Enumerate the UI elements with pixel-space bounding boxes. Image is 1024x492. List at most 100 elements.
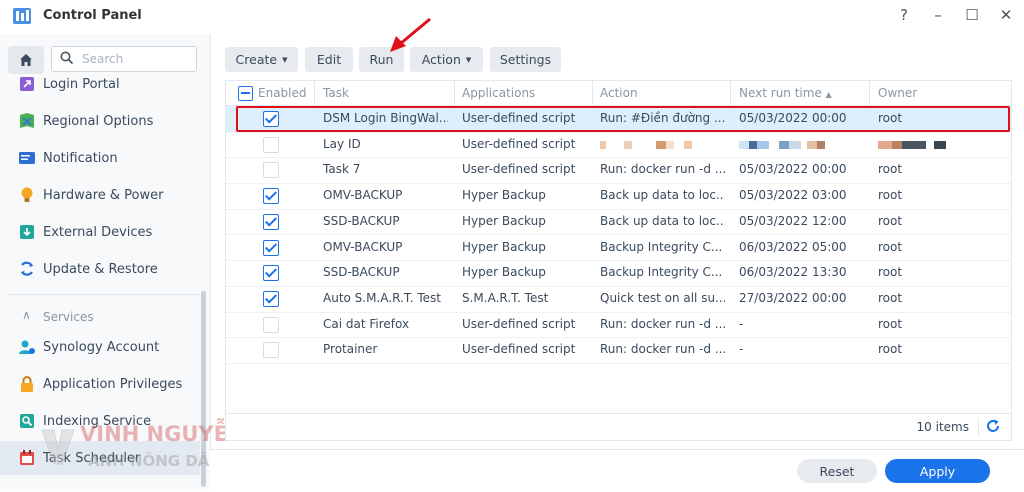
- cell-application: Hyper Backup: [462, 188, 546, 203]
- col-owner[interactable]: Owner: [878, 86, 917, 100]
- table-row[interactable]: Protainer User-defined script Run: docker …: [226, 337, 1011, 364]
- col-enabled[interactable]: Enabled: [258, 86, 307, 100]
- sidebar-item-label: Notification: [43, 150, 118, 166]
- cell-owner: root: [878, 162, 903, 177]
- col-next-run-time[interactable]: Next run time ▲: [739, 86, 832, 100]
- enabled-checkbox[interactable]: [263, 188, 279, 205]
- control-panel-icon: [13, 8, 31, 24]
- redacted-block: [674, 140, 684, 149]
- sidebar-item-synology-account[interactable]: Synology Account: [0, 330, 200, 364]
- cell-task: SSD-BACKUP: [323, 265, 400, 280]
- redacted-block: [757, 140, 769, 149]
- sidebar-item-regional-options[interactable]: Regional Options: [0, 104, 200, 138]
- select-all-checkbox[interactable]: [238, 86, 253, 101]
- table-row[interactable]: OMV-BACKUP Hyper Backup Backup Integrity C…: [226, 235, 1011, 262]
- sidebar-item-label: Synology Account: [43, 339, 160, 355]
- enabled-checkbox[interactable]: [263, 162, 279, 179]
- cell-application: Hyper Backup: [462, 239, 546, 254]
- create-label: Create: [235, 52, 278, 67]
- red-arrow-annotation: [390, 17, 431, 52]
- sidebar-item-hardware-power[interactable]: Hardware & Power: [0, 178, 200, 212]
- col-applications[interactable]: Applications: [462, 86, 535, 100]
- help-button[interactable]: ?: [896, 6, 912, 24]
- sidebar-item-notification[interactable]: Notification: [0, 141, 200, 175]
- maximize-button[interactable]: ☐: [964, 6, 980, 24]
- title-bar: Control Panel ? – ☐ ✕: [0, 0, 1024, 34]
- cell-owner: root: [878, 342, 903, 357]
- cell-owner: root: [878, 239, 903, 254]
- sidebar-item-label: Update & Restore: [43, 261, 158, 277]
- cell-next-run-time: -: [739, 342, 744, 357]
- table-header: Enabled Task Applications Action Next ru…: [226, 81, 1011, 106]
- cell-action: Back up data to loc...: [600, 213, 725, 228]
- update-restore-icon: [21, 261, 33, 276]
- sidebar-item-label: Login Portal: [43, 76, 120, 92]
- task-table: Enabled Task Applications Action Next ru…: [225, 80, 1012, 441]
- search-icon: [60, 51, 74, 65]
- enabled-checkbox[interactable]: [263, 136, 279, 153]
- table-row[interactable]: Auto S.M.A.R.T. Test S.M.A.R.T. Test Quick…: [226, 286, 1011, 313]
- window-title: Control Panel: [43, 8, 142, 23]
- watermark-logo-icon: [41, 429, 75, 465]
- synology-account-icon: [19, 340, 35, 354]
- table-row[interactable]: SSD-BACKUP Hyper Backup Back up data to lo…: [226, 209, 1011, 236]
- enabled-checkbox[interactable]: [263, 290, 279, 307]
- settings-button[interactable]: Settings: [490, 47, 561, 72]
- redacted-block: [807, 140, 817, 149]
- watermark-line1: VINH NGUYỄN: [80, 422, 246, 446]
- refresh-icon[interactable]: [985, 418, 1001, 434]
- sidebar-item-application-privileges[interactable]: Application Privileges: [0, 367, 200, 401]
- table-row[interactable]: Task 7 User-defined script Run: docker run…: [226, 157, 1011, 185]
- search-input[interactable]: [80, 49, 194, 69]
- cell-application: Hyper Backup: [462, 265, 546, 280]
- enabled-checkbox[interactable]: [263, 265, 279, 282]
- table-row[interactable]: SSD-BACKUP Hyper Backup Backup Integrity C…: [226, 260, 1011, 287]
- cell-action: Quick test on all su...: [600, 290, 725, 305]
- services-section-header[interactable]: ∧ Services: [0, 302, 200, 332]
- cell-task: Task 7: [323, 162, 361, 177]
- login-portal-icon: [20, 77, 34, 91]
- apply-button[interactable]: Apply: [885, 459, 990, 483]
- redacted-block: [749, 140, 757, 149]
- chevron-up-icon: ∧: [22, 308, 31, 322]
- enabled-checkbox[interactable]: [263, 239, 279, 256]
- redacted-block: [684, 140, 692, 149]
- col-action[interactable]: Action: [600, 86, 638, 100]
- section-label: Services: [43, 310, 94, 324]
- enabled-checkbox[interactable]: [263, 342, 279, 359]
- cell-owner: root: [878, 188, 903, 203]
- col-next-run-label: Next run time: [739, 86, 822, 100]
- reset-button[interactable]: Reset: [797, 459, 877, 483]
- col-task[interactable]: Task: [323, 86, 349, 100]
- settings-label: Settings: [499, 52, 552, 67]
- sort-ascending-icon: ▲: [825, 90, 832, 99]
- table-row[interactable]: Lay ID User-defined script: [226, 132, 1011, 159]
- redacted-block: [656, 140, 666, 149]
- close-button[interactable]: ✕: [998, 6, 1014, 24]
- sidebar-item-external-devices[interactable]: External Devices: [0, 215, 200, 249]
- minimize-button[interactable]: –: [930, 6, 946, 24]
- enabled-checkbox[interactable]: [263, 316, 279, 333]
- enabled-checkbox[interactable]: [263, 213, 279, 230]
- table-row[interactable]: OMV-BACKUP Hyper Backup Back up data to lo…: [226, 183, 1011, 210]
- cell-owner: root: [878, 213, 903, 228]
- cell-next-run-time: 06/03/2022 05:00: [739, 239, 847, 254]
- redacted-block: [926, 140, 934, 149]
- table-row[interactable]: Cai dat Firefox User-defined script Run: d…: [226, 312, 1011, 339]
- cell-action: Back up data to loc...: [600, 188, 725, 203]
- task-scheduler-icon: [20, 450, 34, 465]
- sidebar-divider: [8, 294, 200, 295]
- cell-action: Run: docker run -d ...: [600, 342, 725, 357]
- create-button[interactable]: Create ▼: [225, 47, 298, 72]
- sidebar-item-update-restore[interactable]: Update & Restore: [0, 252, 200, 286]
- external-devices-icon: [20, 225, 34, 239]
- cell-application: Hyper Backup: [462, 213, 546, 228]
- edit-button[interactable]: Edit: [305, 47, 353, 72]
- cell-next-run-time: 06/03/2022 13:30: [739, 265, 847, 280]
- cell-next-run-time: 27/03/2022 00:00: [739, 290, 847, 305]
- redacted-block: [902, 140, 926, 149]
- sidebar-item-login-portal[interactable]: Login Portal: [0, 67, 200, 101]
- indexing-service-icon: [20, 414, 34, 428]
- caret-down-icon: ▼: [465, 55, 472, 64]
- redacted-block: [624, 140, 632, 149]
